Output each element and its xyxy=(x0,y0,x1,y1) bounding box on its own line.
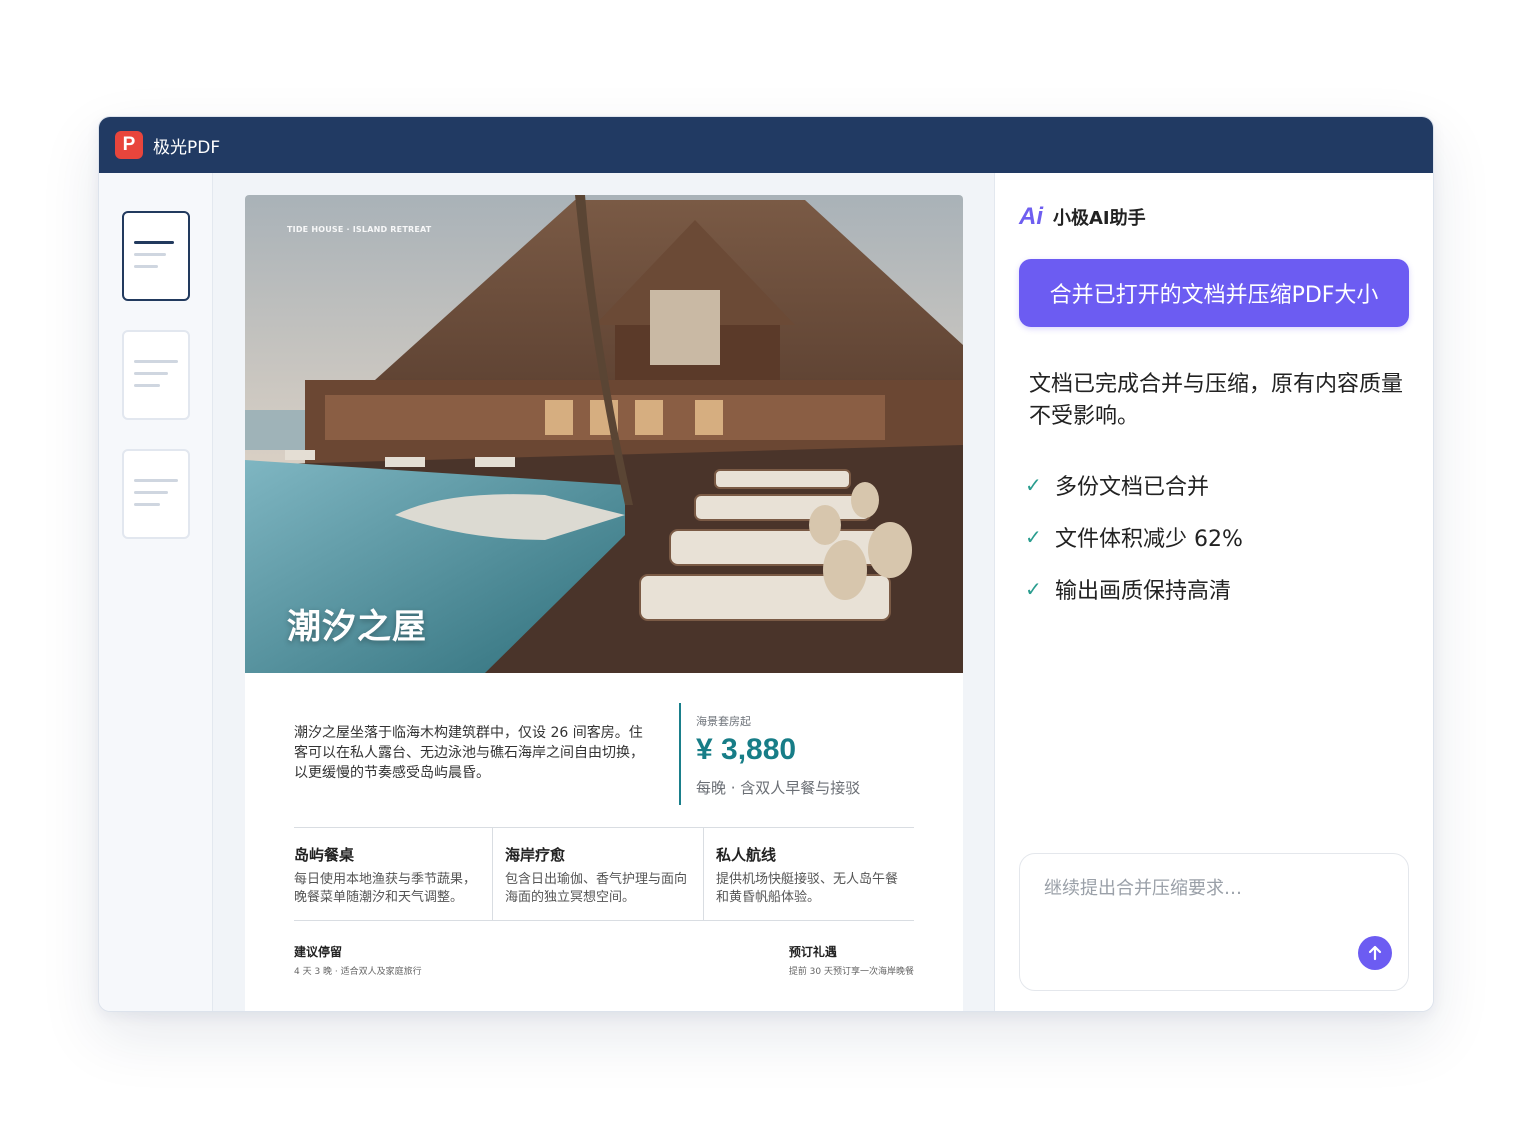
app-window: P 极光PDF TIDE HOUSE · ISLAND RETREAT 潮汐之屋… xyxy=(98,116,1434,1012)
document-thumbnail-icon xyxy=(134,360,178,363)
feature-item: 私人航线 提供机场快艇接驳、无人岛午餐和黄昏帆船体验。 xyxy=(703,828,914,920)
page-thumbnail-3[interactable] xyxy=(122,449,190,539)
price-box: 海景套房起 ¥ 3,880 每晚 · 含双人早餐与接驳 xyxy=(679,703,929,805)
booking-offer: 预订礼遇 提前 30 天预订享一次海岸晚餐 xyxy=(789,943,914,977)
ai-title: 小极AI助手 xyxy=(1053,208,1146,229)
hero-title: 潮汐之屋 xyxy=(287,607,427,647)
chat-input-placeholder: 继续提出合并压缩要求… xyxy=(1044,878,1242,899)
stay-title: 建议停留 xyxy=(294,945,343,959)
price-value: ¥ 3,880 xyxy=(696,733,797,766)
app-logo-icon: P xyxy=(115,131,143,159)
send-arrow-up-icon xyxy=(1368,945,1382,961)
result-checklist: ✓ 多份文档已合并 ✓ 文件体积减少 62% ✓ 输出画质保持高清 xyxy=(1025,459,1243,615)
document-viewer[interactable]: TIDE HOUSE · ISLAND RETREAT 潮汐之屋 潮汐之屋坐落于… xyxy=(213,173,995,1011)
offer-title: 预订礼遇 xyxy=(788,945,837,959)
feature-text: 包含日出瑜伽、香气护理与面向海面的独立冥想空间。 xyxy=(505,872,688,905)
check-item: ✓ 多份文档已合并 xyxy=(1025,459,1243,511)
check-text: 输出画质保持高清 xyxy=(1055,579,1232,604)
check-item: ✓ 输出画质保持高清 xyxy=(1025,563,1243,615)
check-icon: ✓ xyxy=(1025,473,1042,497)
hero-tagline: TIDE HOUSE · ISLAND RETREAT xyxy=(287,225,432,234)
feature-item: 海岸疗愈 包含日出瑜伽、香气护理与面向海面的独立冥想空间。 xyxy=(492,828,703,920)
description-text: 潮汐之屋坐落于临海木构建筑群中，仅设 26 间客房。住客可以在私人露台、无边泳池… xyxy=(294,725,644,781)
page-thumbnail-2[interactable] xyxy=(122,330,190,420)
page-thumbnail-sidebar xyxy=(99,173,213,1011)
check-icon: ✓ xyxy=(1025,577,1042,601)
ai-header: Ai 小极AI助手 xyxy=(1019,203,1146,231)
page-thumbnail-1[interactable] xyxy=(122,211,190,301)
document-page: TIDE HOUSE · ISLAND RETREAT 潮汐之屋 潮汐之屋坐落于… xyxy=(245,195,963,1011)
check-text: 文件体积减少 62% xyxy=(1055,527,1243,552)
feature-text: 每日使用本地渔获与季节蔬果，晚餐菜单随潮汐和天气调整。 xyxy=(294,872,477,905)
user-message-bubble: 合并已打开的文档并压缩PDF大小 xyxy=(1019,259,1409,327)
assistant-reply: 文档已完成合并与压缩，原有内容质量不受影响。 xyxy=(1029,372,1404,429)
price-caption: 海景套房起 xyxy=(696,715,751,728)
feature-row: 岛屿餐桌 每日使用本地渔获与季节蔬果，晚餐菜单随潮汐和天气调整。 海岸疗愈 包含… xyxy=(294,827,914,921)
feature-title: 岛屿餐桌 xyxy=(294,846,355,864)
feature-title: 海岸疗愈 xyxy=(505,846,566,864)
ai-logo-icon: Ai xyxy=(1019,203,1043,230)
feature-title: 私人航线 xyxy=(716,846,777,864)
chat-input[interactable]: 继续提出合并压缩要求… xyxy=(1019,853,1409,991)
stay-sub: 4 天 3 晚 · 适合双人及家庭旅行 xyxy=(294,967,422,977)
check-text: 多份文档已合并 xyxy=(1055,475,1210,500)
document-thumbnail-icon xyxy=(134,241,174,244)
app-title: 极光PDF xyxy=(153,137,221,158)
check-item: ✓ 文件体积减少 62% xyxy=(1025,511,1243,563)
offer-sub: 提前 30 天预订享一次海岸晚餐 xyxy=(788,967,914,977)
price-note: 每晚 · 含双人早餐与接驳 xyxy=(696,779,861,797)
stay-suggestion: 建议停留 4 天 3 晚 · 适合双人及家庭旅行 xyxy=(294,943,422,977)
feature-item: 岛屿餐桌 每日使用本地渔获与季节蔬果，晚餐菜单随潮汐和天气调整。 xyxy=(294,828,492,920)
feature-text: 提供机场快艇接驳、无人岛午餐和黄昏帆船体验。 xyxy=(716,872,899,905)
title-bar: P 极光PDF xyxy=(99,117,1433,173)
ai-assistant-panel: Ai 小极AI助手 合并已打开的文档并压缩PDF大小 文档已完成合并与压缩，原有… xyxy=(995,173,1433,1011)
send-button[interactable] xyxy=(1358,936,1392,970)
check-icon: ✓ xyxy=(1025,525,1042,549)
document-thumbnail-icon xyxy=(134,479,178,482)
hero-photo: TIDE HOUSE · ISLAND RETREAT 潮汐之屋 xyxy=(245,195,963,673)
